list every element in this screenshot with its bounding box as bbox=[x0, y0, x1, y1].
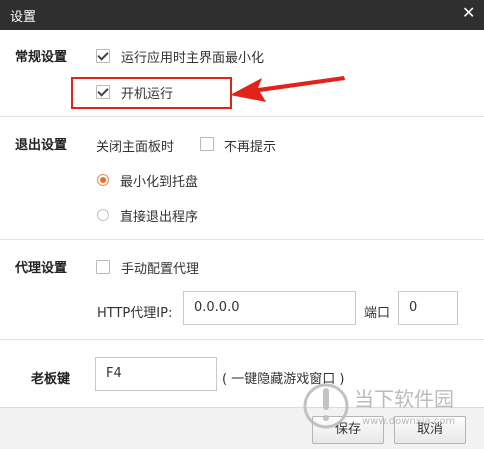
divider bbox=[0, 339, 484, 340]
exit-directly-label: 直接退出程序 bbox=[120, 210, 199, 225]
close-panel-label: 关闭主面板时 bbox=[96, 140, 175, 155]
http-proxy-ip-input[interactable]: 0.0.0.0 bbox=[183, 291, 356, 325]
exit-directly-radio[interactable] bbox=[97, 209, 109, 221]
proxy-settings-label: 代理设置 bbox=[15, 261, 68, 276]
divider bbox=[0, 116, 484, 117]
close-icon[interactable]: ✕ bbox=[462, 3, 475, 22]
cancel-button[interactable]: 取消 bbox=[394, 416, 466, 444]
window-title: 设置 bbox=[10, 10, 37, 25]
divider bbox=[0, 239, 484, 240]
minimize-to-tray-radio[interactable] bbox=[97, 174, 109, 186]
minimize-on-run-label: 运行应用时主界面最小化 bbox=[121, 51, 265, 66]
no-prompt-checkbox[interactable] bbox=[200, 137, 214, 151]
manual-proxy-label: 手动配置代理 bbox=[121, 262, 200, 277]
boss-key-label: 老板键 bbox=[31, 372, 71, 387]
save-button[interactable]: 保存 bbox=[312, 416, 384, 444]
boss-key-input[interactable]: F4 bbox=[95, 357, 217, 391]
port-input[interactable]: 0 bbox=[398, 291, 458, 325]
boss-key-hint: ( 一键隐藏游戏窗口 ) bbox=[222, 372, 345, 387]
no-prompt-label: 不再提示 bbox=[224, 140, 277, 155]
annotation-arrow bbox=[230, 76, 345, 102]
http-proxy-ip-label: HTTP代理IP: bbox=[97, 306, 173, 321]
exit-settings-label: 退出设置 bbox=[15, 138, 68, 153]
minimize-to-tray-label: 最小化到托盘 bbox=[120, 175, 199, 190]
minimize-on-run-checkbox[interactable] bbox=[96, 49, 110, 63]
annotation-highlight-box bbox=[71, 77, 232, 109]
title-bar: 设置 ✕ bbox=[0, 0, 484, 30]
manual-proxy-checkbox[interactable] bbox=[96, 260, 110, 274]
general-settings-label: 常规设置 bbox=[15, 50, 68, 65]
port-label: 端口 bbox=[364, 306, 391, 321]
